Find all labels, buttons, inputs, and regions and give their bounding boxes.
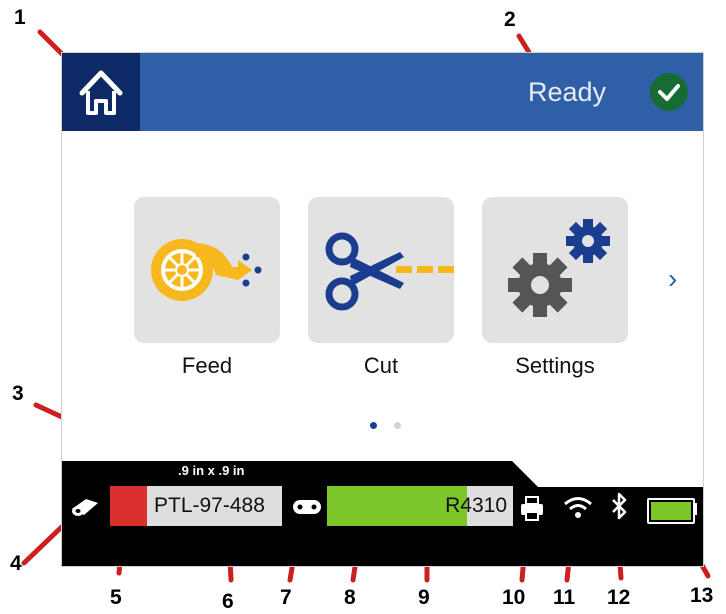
home-button[interactable] <box>62 53 140 131</box>
label-roll-icon <box>72 499 98 516</box>
callout-6: 6 <box>222 590 234 613</box>
next-page-chevron-icon[interactable]: › <box>668 263 677 295</box>
callout-3: 3 <box>12 382 24 405</box>
callout-5: 5 <box>110 586 122 609</box>
home-icon <box>79 70 123 115</box>
gears-icon <box>508 219 610 317</box>
ribbon-cartridge-indicator[interactable]: R4310 <box>327 486 513 526</box>
callout-7: 7 <box>280 586 292 609</box>
status-header: Ready <box>62 53 703 131</box>
callout-1: 1 <box>14 6 26 29</box>
feed-roll-icon <box>151 239 262 301</box>
feed-label: Feed <box>181 353 233 378</box>
ribbon-part-number: R4310 <box>445 494 507 517</box>
callout-2: 2 <box>504 8 516 31</box>
battery-icon <box>647 498 695 524</box>
status-tab-notch <box>512 461 538 487</box>
page-indicator-active <box>370 422 377 429</box>
settings-label: Settings <box>515 353 595 378</box>
callout-4: 4 <box>10 552 22 575</box>
label-color-swatch <box>110 486 147 526</box>
callout-13: 13 <box>690 584 714 607</box>
checkmark-circle-icon <box>650 73 688 111</box>
wifi-icon <box>564 497 592 518</box>
bluetooth-icon <box>612 492 627 520</box>
callout-10: 10 <box>502 586 526 609</box>
printer-touchscreen: Ready Feed Cut Settings › .9 in x .9 in … <box>61 52 704 567</box>
settings-button[interactable] <box>482 197 628 343</box>
page-indicator-inactive <box>394 422 401 429</box>
label-cartridge-indicator[interactable]: PTL-97-488 <box>110 486 282 526</box>
ribbon-roll-icon <box>293 500 321 514</box>
callout-12: 12 <box>607 586 631 609</box>
callout-11: 11 <box>553 586 576 609</box>
printer-status-text: Ready <box>527 77 606 107</box>
callout-8: 8 <box>344 586 356 609</box>
cut-label: Cut <box>363 353 399 378</box>
feed-button[interactable] <box>134 197 280 343</box>
battery-level-fill <box>651 502 691 520</box>
label-part-number: PTL-97-488 <box>154 494 265 517</box>
printer-icon <box>521 496 543 521</box>
callout-9: 9 <box>418 586 430 609</box>
label-size-text: .9 in x .9 in <box>178 463 245 478</box>
cut-button[interactable] <box>308 197 454 343</box>
scissors-icon <box>325 232 454 311</box>
